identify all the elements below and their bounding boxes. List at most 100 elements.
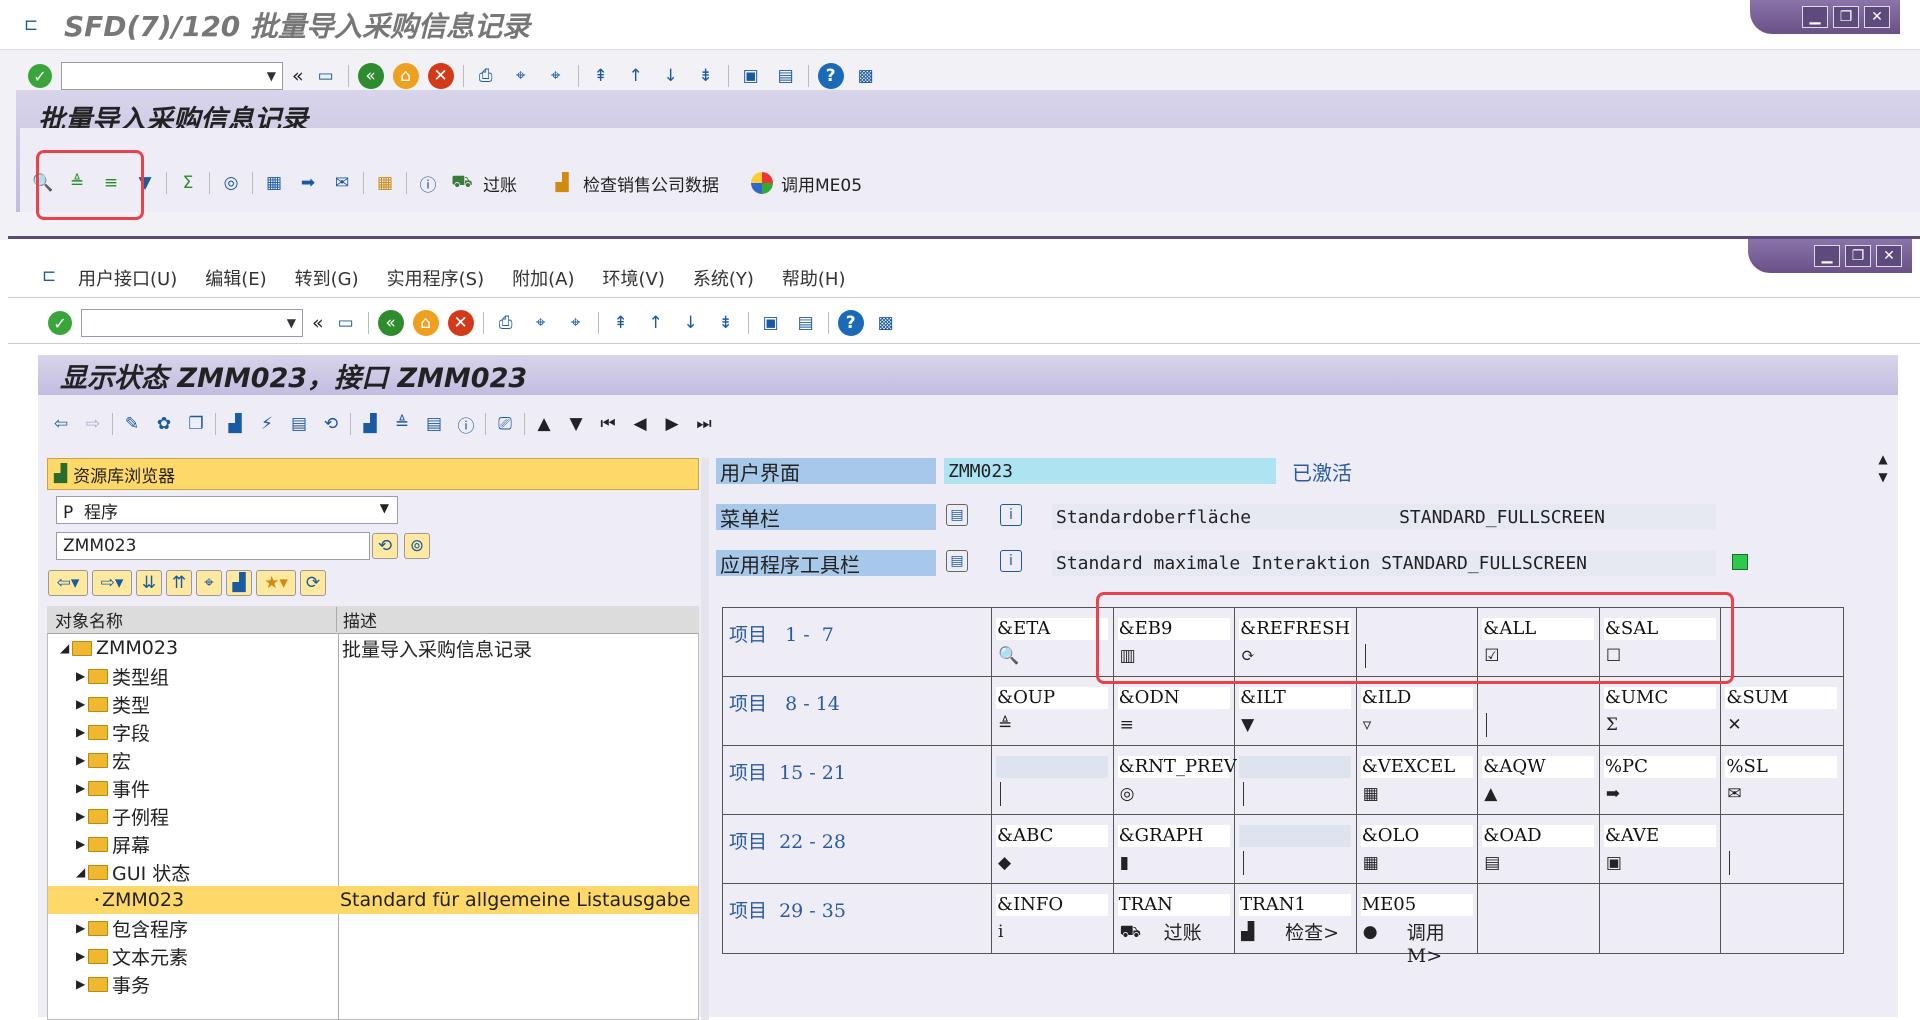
grid-cell[interactable]: &UMC Σ: [1600, 677, 1722, 745]
object-name-input[interactable]: ZMM023: [56, 532, 370, 560]
shortcut-icon[interactable]: ▤: [793, 310, 819, 336]
grid-cell[interactable]: &RNT_PREV ◎: [1114, 746, 1237, 814]
chevron-down-icon[interactable]: ▼: [287, 316, 296, 330]
function-code[interactable]: &OUP: [996, 687, 1109, 709]
menu-painter-icon[interactable]: ≜: [389, 411, 415, 437]
where-used-icon[interactable]: ⟲: [318, 411, 344, 437]
grid-cell[interactable]: &ILT ▼: [1235, 677, 1357, 745]
exit-icon[interactable]: ⌂: [392, 63, 419, 89]
grid-cell[interactable]: [1721, 608, 1843, 676]
grid-cell[interactable]: &OLO ▦: [1357, 815, 1479, 883]
last-page-icon[interactable]: ⇟: [713, 310, 739, 336]
empty-slot[interactable]: [1239, 756, 1352, 778]
grid-cell[interactable]: %SL ✉: [1721, 746, 1843, 814]
tree-row[interactable]: ▶ 事件: [48, 774, 698, 802]
enter-icon[interactable]: ✓: [48, 311, 72, 335]
function-code[interactable]: &ABC: [996, 825, 1109, 847]
tree-row-selected[interactable]: • ZMM023 Standard für allgemeine Listausga…: [48, 886, 698, 914]
check-icon[interactable]: ▟: [222, 411, 248, 437]
grid-cell[interactable]: &OAD ▤: [1478, 815, 1600, 883]
function-code[interactable]: TRAN: [1117, 894, 1230, 916]
collapse-icon[interactable]: «: [292, 65, 304, 87]
save-icon[interactable]: ▭: [333, 310, 359, 336]
collapse-icon[interactable]: «: [312, 312, 324, 334]
active-inactive-icon[interactable]: ✿: [151, 411, 177, 437]
chevron-right-icon[interactable]: ▶: [76, 837, 88, 851]
function-code[interactable]: &ETA: [996, 618, 1109, 640]
excel-icon[interactable]: ▦: [261, 170, 287, 196]
splitter[interactable]: [701, 458, 709, 1020]
refresh-tree-icon[interactable]: ⟳: [300, 570, 326, 596]
other-object-icon[interactable]: ❐: [183, 411, 209, 437]
info-icon[interactable]: ⓘ: [415, 170, 441, 196]
previous-icon[interactable]: ◀: [627, 411, 653, 437]
scrollbar[interactable]: ▲ ▼: [1874, 452, 1892, 492]
close-icon[interactable]: ✕: [1864, 6, 1890, 28]
info-icon[interactable]: ⓘ: [453, 411, 479, 437]
next-icon[interactable]: ▶: [659, 411, 685, 437]
function-code[interactable]: &UMC: [1603, 687, 1716, 709]
window-menu-icon[interactable]: ⊏: [36, 263, 62, 289]
menu-item-system[interactable]: 系统(Y): [693, 265, 754, 291]
grid-cell[interactable]: TRAN ⛟ 过账: [1114, 884, 1236, 953]
function-code[interactable]: TRAN1: [1239, 894, 1352, 916]
menu-item-extras[interactable]: 附加(A): [512, 265, 574, 291]
refresh-icon[interactable]: ⊚: [404, 533, 430, 559]
sum-icon[interactable]: Σ: [175, 170, 201, 196]
function-code[interactable]: &RNT_PREV: [1117, 756, 1237, 778]
function-code[interactable]: &ODN: [1117, 687, 1230, 709]
new-session-icon[interactable]: ▣: [738, 63, 764, 89]
tree-row[interactable]: ▶ 包含程序: [48, 914, 698, 942]
nav-back-icon[interactable]: ⇦▾: [48, 570, 88, 596]
function-code[interactable]: &ILT: [1239, 687, 1352, 709]
find-next-icon[interactable]: ⌖: [543, 63, 569, 89]
nav-forward-icon[interactable]: ⇨▾: [92, 570, 132, 596]
first-icon[interactable]: ⏮: [595, 411, 621, 437]
maximize-icon[interactable]: ❐: [1845, 245, 1871, 267]
next-page-icon[interactable]: ↓: [658, 63, 684, 89]
menu-item-utilities[interactable]: 实用程序(S): [387, 265, 484, 291]
info-icon[interactable]: i: [1000, 550, 1022, 572]
help-icon[interactable]: ?: [817, 63, 844, 89]
chevron-down-icon[interactable]: ▼: [267, 69, 276, 83]
function-code[interactable]: &VEXCEL: [1360, 756, 1473, 778]
tree-row[interactable]: ▶ 字段: [48, 718, 698, 746]
tree-row[interactable]: ▶ 类型: [48, 690, 698, 718]
find-icon[interactable]: ⌖: [196, 570, 222, 596]
function-code[interactable]: ME05: [1360, 894, 1473, 916]
repository-browser-header[interactable]: ▟ 资源库浏览器: [47, 458, 699, 490]
function-code[interactable]: &INFO: [996, 894, 1109, 916]
function-code[interactable]: &GRAPH: [1117, 825, 1230, 847]
menu-item-edit[interactable]: 编辑(E): [205, 265, 266, 291]
layout-grid-icon[interactable]: ▦: [372, 170, 398, 196]
app-toolbar-expand-icon[interactable]: ▤: [946, 550, 968, 572]
menu-bar-expand-icon[interactable]: ▤: [946, 504, 968, 526]
grid-cell[interactable]: [1721, 815, 1843, 883]
hierarchy-icon[interactable]: ▟: [357, 411, 383, 437]
grid-cell[interactable]: &SUM ✕: [1721, 677, 1843, 745]
chevron-right-icon[interactable]: ▶: [76, 781, 88, 795]
save-icon[interactable]: ▭: [313, 63, 339, 89]
scroll-down-icon[interactable]: ▼: [1878, 470, 1887, 484]
transport-icon[interactable]: ⎚: [492, 411, 518, 437]
mail-icon[interactable]: ✉: [329, 170, 355, 196]
chevron-right-icon[interactable]: ▶: [76, 949, 88, 963]
find-next-icon[interactable]: ⌖: [563, 310, 589, 336]
layout-icon[interactable]: ▩: [873, 310, 899, 336]
help-icon[interactable]: ?: [837, 310, 864, 336]
export-icon[interactable]: ➡: [295, 170, 321, 196]
chevron-right-icon[interactable]: ▶: [76, 669, 88, 683]
grid-cell[interactable]: &OUP ≜: [992, 677, 1114, 745]
hierarchy-icon[interactable]: ▟: [226, 570, 252, 596]
pie-icon[interactable]: [751, 172, 773, 194]
tree-row[interactable]: ▶ 宏: [48, 746, 698, 774]
chevron-right-icon[interactable]: ▶: [76, 977, 88, 991]
tree-row-root[interactable]: ◢ ZMM023 批量导入采购信息记录: [48, 634, 698, 662]
function-code[interactable]: &AQW: [1482, 756, 1595, 778]
back-icon[interactable]: «: [357, 63, 384, 89]
minimize-icon[interactable]: ▁: [1802, 6, 1828, 28]
activate-icon[interactable]: ⚡: [254, 411, 280, 437]
info-icon[interactable]: i: [1000, 504, 1022, 526]
cancel-icon[interactable]: ✕: [427, 63, 454, 89]
display-icon[interactable]: ⟲: [372, 533, 398, 559]
